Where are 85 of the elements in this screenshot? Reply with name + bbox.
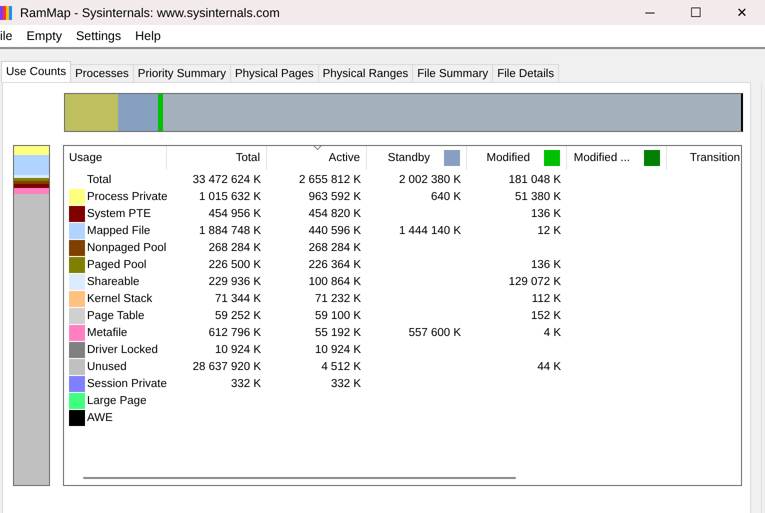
table-cell-text: Mapped File	[86, 224, 152, 236]
scrollbar-thumb[interactable]	[83, 477, 516, 479]
column-label: Modified ...	[574, 152, 630, 164]
tab[interactable]: File Details	[492, 64, 560, 82]
table-cell-text: 10 924 K	[314, 344, 362, 356]
column-label: Standby	[388, 152, 430, 164]
table-cell-text: 1 444 140 K	[398, 224, 462, 236]
table-cell-text: 152 K	[530, 310, 562, 322]
menu-item[interactable]: Settings	[68, 29, 128, 43]
table-cell-text: Driver Locked	[86, 344, 159, 356]
table-cell-text: Metafile	[86, 326, 128, 338]
table-cell-text: Page Table	[86, 310, 146, 322]
tab[interactable]: Physical Pages	[230, 64, 319, 82]
maximize-button[interactable]: ☐	[673, 0, 719, 25]
table-cell-text: Unused	[86, 360, 128, 372]
menu-item[interactable]: Empty	[20, 29, 69, 43]
table-cell-text: 129 072 K	[508, 276, 562, 288]
menu-item[interactable]: Help	[128, 29, 168, 43]
table-cell-text: 136 K	[530, 208, 562, 220]
table-cell-text: 112 K	[530, 292, 562, 304]
tab[interactable]: File Summary	[412, 64, 494, 82]
table-cell-text: 229 936 K	[208, 276, 262, 288]
table-cell-text: Paged Pool	[86, 258, 148, 270]
table-cell-text: 55 192 K	[314, 326, 362, 338]
table-cell-text: 28 637 920 K	[192, 360, 262, 372]
table-cell-text: 2 655 812 K	[298, 174, 362, 186]
table-cell-text: 268 284 K	[308, 242, 362, 254]
column-label: Transition	[690, 152, 740, 164]
minimize-button[interactable]: ─	[627, 0, 673, 25]
table-cell-text: 44 K	[536, 360, 562, 372]
app-icon	[0, 6, 12, 20]
column-label: Active	[328, 152, 360, 164]
table-cell-text: 963 592 K	[308, 190, 362, 202]
table-cell-text: 100 864 K	[308, 276, 362, 288]
table-cell-text: 59 252 K	[214, 310, 262, 322]
column-header[interactable]: Usage	[64, 146, 167, 170]
table-cell-text: 226 500 K	[208, 258, 262, 270]
table-cell-text: Large Page	[86, 394, 148, 406]
table-cell-text: Shareable	[86, 276, 140, 288]
table-cell-text: 71 344 K	[214, 292, 262, 304]
table-cell-text: 332 K	[330, 378, 362, 390]
table-cell-text: 4 K	[542, 326, 562, 338]
column-header[interactable]: Active	[267, 146, 367, 170]
column-label: Modified	[486, 152, 530, 164]
window-title: RamMap - Sysinternals: www.sysinternals.com	[20, 6, 281, 20]
column-header[interactable]: Total	[167, 146, 267, 170]
column-label: Total	[236, 152, 260, 164]
table-cell-text: 612 796 K	[208, 326, 262, 338]
close-button[interactable]: ✕	[719, 0, 765, 25]
table-cell-text: 1 884 748 K	[198, 224, 262, 236]
table-cell-text: 71 232 K	[314, 292, 362, 304]
table-cell-text: 268 284 K	[208, 242, 262, 254]
table-cell-text: Kernel Stack	[86, 292, 154, 304]
table-cell-text: 454 956 K	[208, 208, 262, 220]
table-cell-text: 454 820 K	[308, 208, 362, 220]
table-cell-text: 33 472 624 K	[192, 174, 262, 186]
table-cell-text: 1 015 632 K	[198, 190, 262, 202]
table-cell-text: 640 K	[430, 190, 462, 202]
tab[interactable]: Priority Summary	[132, 64, 231, 82]
column-header[interactable]: Standby	[367, 146, 467, 170]
table-cell-text: Nonpaged Pool	[86, 242, 167, 254]
table-cell-text: AWE	[86, 412, 114, 424]
column-header[interactable]: Modified	[467, 146, 567, 170]
table-cell-text: 440 596 K	[308, 224, 362, 236]
table-cell-text: Process Private	[86, 190, 167, 202]
column-header[interactable]: Modified ...	[567, 146, 667, 170]
table-cell-text: 136 K	[530, 258, 562, 270]
tab[interactable]: Use Counts	[1, 61, 72, 82]
table-cell-text: 51 380 K	[514, 190, 562, 202]
menu-item[interactable]: ile	[0, 29, 20, 43]
table-cell-text: 181 048 K	[508, 174, 562, 186]
table-cell-text: Session Private	[86, 378, 167, 390]
table-cell-text: 12 K	[536, 224, 562, 236]
table-cell-text: 10 924 K	[214, 344, 262, 356]
table-cell-text: 2 002 380 K	[398, 174, 462, 186]
table-cell-text: Total	[86, 174, 112, 186]
table-cell-text: 59 100 K	[314, 310, 362, 322]
column-label: Usage	[69, 152, 102, 164]
tab[interactable]: Physical Ranges	[318, 64, 414, 82]
table-cell-text: 557 600 K	[408, 326, 462, 338]
column-header[interactable]: Transition	[667, 146, 741, 170]
table-cell-text: 4 512 K	[320, 360, 362, 372]
table-cell-text: 332 K	[230, 378, 262, 390]
table-cell-text: System PTE	[86, 208, 152, 220]
table-cell-text: 226 364 K	[308, 258, 362, 270]
